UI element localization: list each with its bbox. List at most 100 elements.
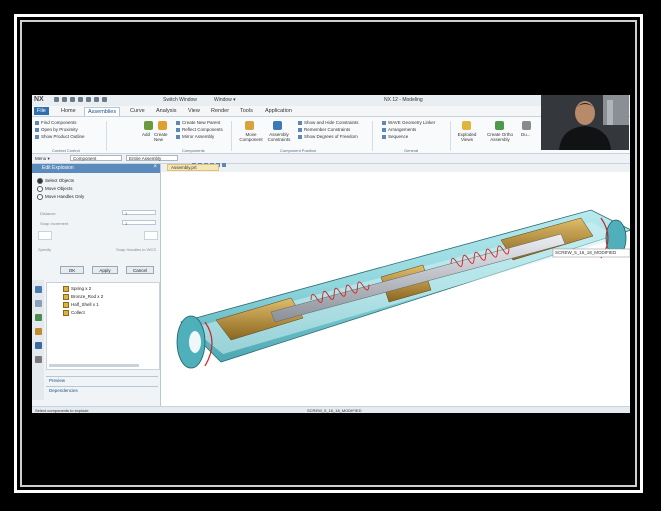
tree-row[interactable]: Collect xyxy=(63,310,85,316)
find-icon xyxy=(35,120,39,125)
window-title: NX 12 - Modeling xyxy=(384,97,423,103)
ortho-assembly-icon[interactable] xyxy=(495,121,504,130)
repeat-icon[interactable] xyxy=(102,97,107,102)
ok-button[interactable]: OK xyxy=(60,266,84,274)
tab-view[interactable]: View xyxy=(185,107,203,115)
specify-orientation-icon[interactable] xyxy=(38,231,52,240)
radio-button-icon xyxy=(37,186,43,192)
checkbox-icon[interactable] xyxy=(63,310,69,316)
tab-application[interactable]: Application xyxy=(262,107,295,115)
end-cap-left-bore xyxy=(189,331,201,353)
tab-tools[interactable]: Tools xyxy=(237,107,256,115)
specify-option[interactable]: Specify xyxy=(38,247,51,252)
cut-icon[interactable] xyxy=(78,97,83,102)
history-icon[interactable] xyxy=(35,314,42,321)
arrangements-button[interactable]: Arrangements xyxy=(382,127,416,132)
checkbox-icon[interactable] xyxy=(63,294,69,300)
dof-icon xyxy=(298,134,302,139)
general-group-label: General xyxy=(404,148,419,153)
snap-increment-label: Snap Increment xyxy=(40,221,69,226)
tab-home[interactable]: Home xyxy=(58,107,79,115)
switch-window-button[interactable]: Switch Window xyxy=(163,97,197,103)
scope-dropdown[interactable]: Entire Assembly xyxy=(126,155,178,161)
close-icon[interactable]: × xyxy=(153,164,157,170)
tab-assembly-part[interactable]: Assembly.prt xyxy=(167,164,219,171)
snap-intersect-icon[interactable] xyxy=(222,162,226,167)
snap-increment-input[interactable]: 1 xyxy=(122,220,156,226)
tab-curve[interactable]: Curve xyxy=(127,107,148,115)
parent-icon xyxy=(176,120,180,125)
roles-icon[interactable] xyxy=(35,356,42,363)
tab-analysis[interactable]: Analysis xyxy=(153,107,179,115)
tree-row[interactable]: Half_Shell x 1 xyxy=(63,302,99,308)
tab-assemblies[interactable]: Assemblies xyxy=(84,107,121,116)
assembly-navigator-icon[interactable] xyxy=(35,286,42,293)
create-new-label: Create New xyxy=(154,132,168,142)
show-hide-constraints-button[interactable]: Show and Hide Constraints xyxy=(298,120,359,125)
tree-row[interactable]: Bronze_Rod x 2 xyxy=(63,294,103,300)
resource-bar xyxy=(32,280,44,400)
component-position-group-label: Component Position xyxy=(280,148,317,153)
radio-select-objects[interactable]: Select Objects xyxy=(37,178,74,184)
radio-button-icon xyxy=(37,178,43,184)
snap-handles-option[interactable]: Snap Handles to WCS xyxy=(116,247,156,252)
webcam-overlay xyxy=(541,95,629,150)
status-selection: SCREW_5_16_18_MODIFIED xyxy=(307,408,362,413)
constraint-navigator-icon[interactable] xyxy=(35,300,42,307)
checkbox-icon[interactable] xyxy=(63,302,69,308)
window-menu[interactable]: Window ▾ xyxy=(214,97,236,103)
create-new-parent-button[interactable]: Create New Parent xyxy=(176,120,220,125)
lead-screw[interactable] xyxy=(270,233,566,323)
add-label: Add xyxy=(142,132,151,137)
tree-row[interactable]: Spring x 2 xyxy=(63,286,91,292)
horizontal-scrollbar[interactable] xyxy=(49,364,139,367)
apply-button[interactable]: Apply xyxy=(92,266,118,274)
preview-pane-header[interactable]: Preview xyxy=(46,376,158,384)
paste-icon[interactable] xyxy=(94,97,99,102)
tab-file[interactable]: File xyxy=(34,107,49,115)
distance-input[interactable]: 1 xyxy=(122,210,156,216)
menu-button[interactable]: Menu ▾ xyxy=(35,156,50,162)
radio-button-icon xyxy=(37,194,43,200)
proximity-icon xyxy=(35,127,39,132)
quick-access-toolbar xyxy=(54,97,174,104)
type-filter-dropdown[interactable]: Component xyxy=(70,155,122,161)
radio-move-objects[interactable]: Move Objects xyxy=(37,186,73,192)
copy-icon[interactable] xyxy=(86,97,91,102)
remember-constraints-button[interactable]: Remember Constraints xyxy=(298,127,350,132)
status-bar: Select components to explode SCREW_5_16_… xyxy=(32,406,630,413)
graphics-viewport[interactable]: SCREW_5_16_18_MODIFIED xyxy=(161,172,630,406)
sequence-button[interactable]: Sequence xyxy=(382,134,408,139)
show-product-outline-button[interactable]: Show Product Outline xyxy=(35,134,85,139)
undo-icon[interactable] xyxy=(62,97,67,102)
dependencies-pane-header[interactable]: Dependencies xyxy=(46,386,158,394)
find-components-button[interactable]: Find Components xyxy=(35,120,77,125)
app-logo: NX xyxy=(34,96,44,103)
create-new-icon[interactable] xyxy=(158,121,167,130)
vector-options-icon[interactable] xyxy=(144,231,158,240)
cancel-button[interactable]: Cancel xyxy=(126,266,154,274)
reflect-components-button[interactable]: Reflect Components xyxy=(176,127,223,132)
wave-geometry-linker-button[interactable]: WAVE Geometry Linker xyxy=(382,120,435,125)
part-navigator-icon[interactable] xyxy=(35,328,42,335)
radio-move-handles-only[interactable]: Move Handles Only xyxy=(37,194,84,200)
checkbox-icon[interactable] xyxy=(63,286,69,292)
exploded-views-label: Exploded Views xyxy=(457,132,477,142)
assembly-constraints-label: Assembly Constraints xyxy=(267,132,291,142)
save-icon[interactable] xyxy=(54,97,59,102)
reflect-icon xyxy=(176,127,180,132)
show-dof-button[interactable]: Show Degrees of Freedom xyxy=(298,134,358,139)
move-component-icon[interactable] xyxy=(245,121,254,130)
move-component-label: Move Component xyxy=(239,132,263,142)
add-component-icon[interactable] xyxy=(144,121,153,130)
more-icon[interactable] xyxy=(522,121,531,130)
open-by-proximity-button[interactable]: Open by Proximity xyxy=(35,127,78,132)
reuse-library-icon[interactable] xyxy=(35,342,42,349)
arrangements-icon xyxy=(382,127,386,132)
presenter-video xyxy=(541,95,629,150)
redo-icon[interactable] xyxy=(70,97,75,102)
exploded-views-icon[interactable] xyxy=(462,121,471,130)
tab-render[interactable]: Render xyxy=(208,107,232,115)
assembly-constraints-icon[interactable] xyxy=(273,121,282,130)
mirror-assembly-button[interactable]: Mirror Assembly xyxy=(176,134,214,139)
